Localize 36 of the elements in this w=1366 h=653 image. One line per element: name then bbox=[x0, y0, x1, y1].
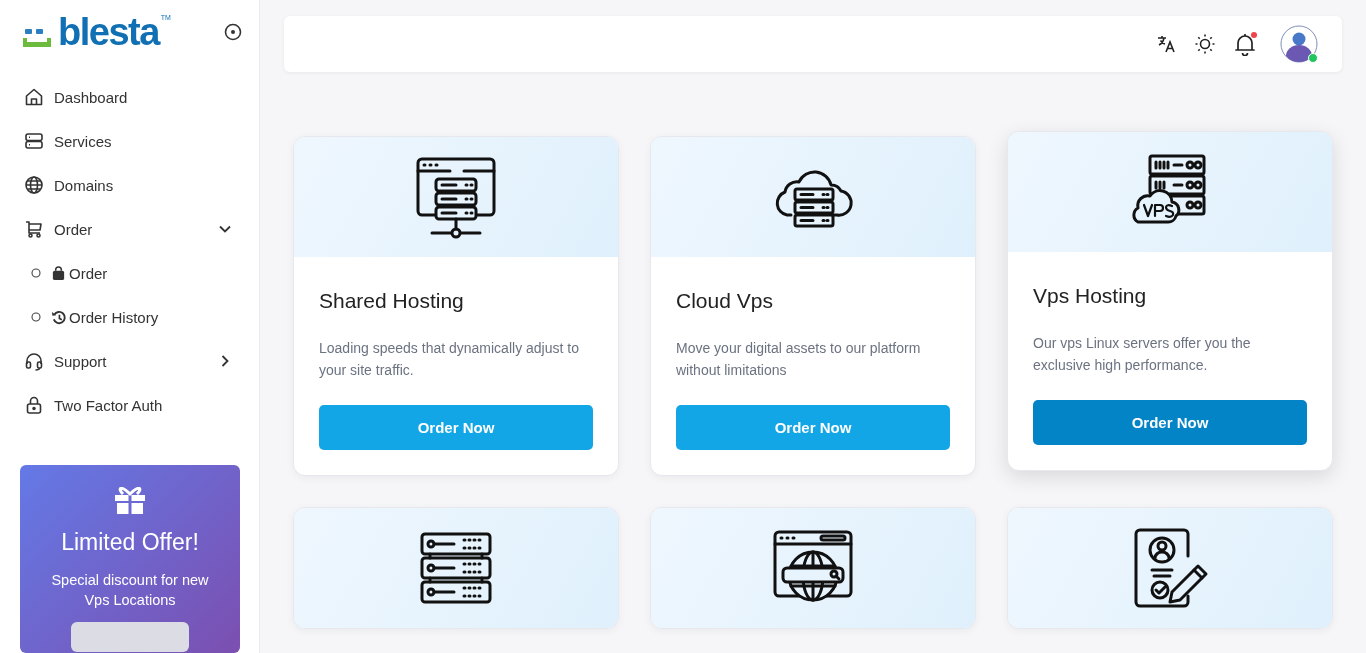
sidebar-item[interactable]: Dashboard bbox=[24, 75, 259, 119]
card-title: Vps Hosting bbox=[1033, 284, 1148, 308]
sidebar-item[interactable]: Two Factor Auth bbox=[24, 383, 259, 427]
card-description: Loading speeds that dynamically adjust to your site traffic. bbox=[319, 339, 580, 380]
offer-title: Limited Offer! bbox=[61, 529, 199, 556]
sun-icon[interactable] bbox=[1194, 33, 1216, 55]
sidebar-item[interactable]: Services bbox=[24, 119, 259, 163]
card-title: Shared Hosting bbox=[319, 289, 465, 313]
circle-bullet-icon bbox=[31, 268, 41, 278]
web-server-icon bbox=[414, 155, 498, 239]
logo-text: blesta bbox=[58, 14, 159, 50]
headset-icon bbox=[24, 351, 44, 371]
user-avatar-icon bbox=[1280, 25, 1318, 63]
avatar[interactable] bbox=[1280, 25, 1318, 63]
offer-text: Special discount for new Vps Locations bbox=[50, 571, 210, 610]
submenu-item[interactable]: Order History bbox=[24, 295, 259, 339]
globe-icon bbox=[24, 175, 44, 195]
bell-icon[interactable] bbox=[1234, 32, 1256, 56]
submenu-item[interactable]: Order bbox=[24, 251, 259, 295]
sidebar-item[interactable]: Support bbox=[24, 339, 259, 383]
cart-icon bbox=[24, 219, 44, 239]
home-icon bbox=[24, 87, 44, 107]
order-now-button[interactable]: Order Now bbox=[1033, 400, 1307, 445]
sidebar-item[interactable]: Order bbox=[24, 207, 259, 251]
bag-icon bbox=[51, 265, 66, 281]
gift-icon bbox=[114, 487, 146, 515]
circle-bullet-icon bbox=[31, 312, 41, 322]
lock-icon bbox=[24, 395, 44, 415]
translate-icon[interactable] bbox=[1156, 34, 1176, 54]
card-description: Move your digital assets to our platform without limitations bbox=[676, 339, 922, 380]
sidebar-toggle-icon[interactable] bbox=[224, 23, 242, 41]
card-title: Cloud Vps bbox=[676, 289, 774, 313]
history-icon bbox=[51, 309, 66, 325]
services-icon bbox=[24, 131, 44, 151]
sidebar-item[interactable]: Domains bbox=[24, 163, 259, 207]
card-description: Our vps Linux servers offer you the exclusive high performance. bbox=[1033, 334, 1252, 375]
